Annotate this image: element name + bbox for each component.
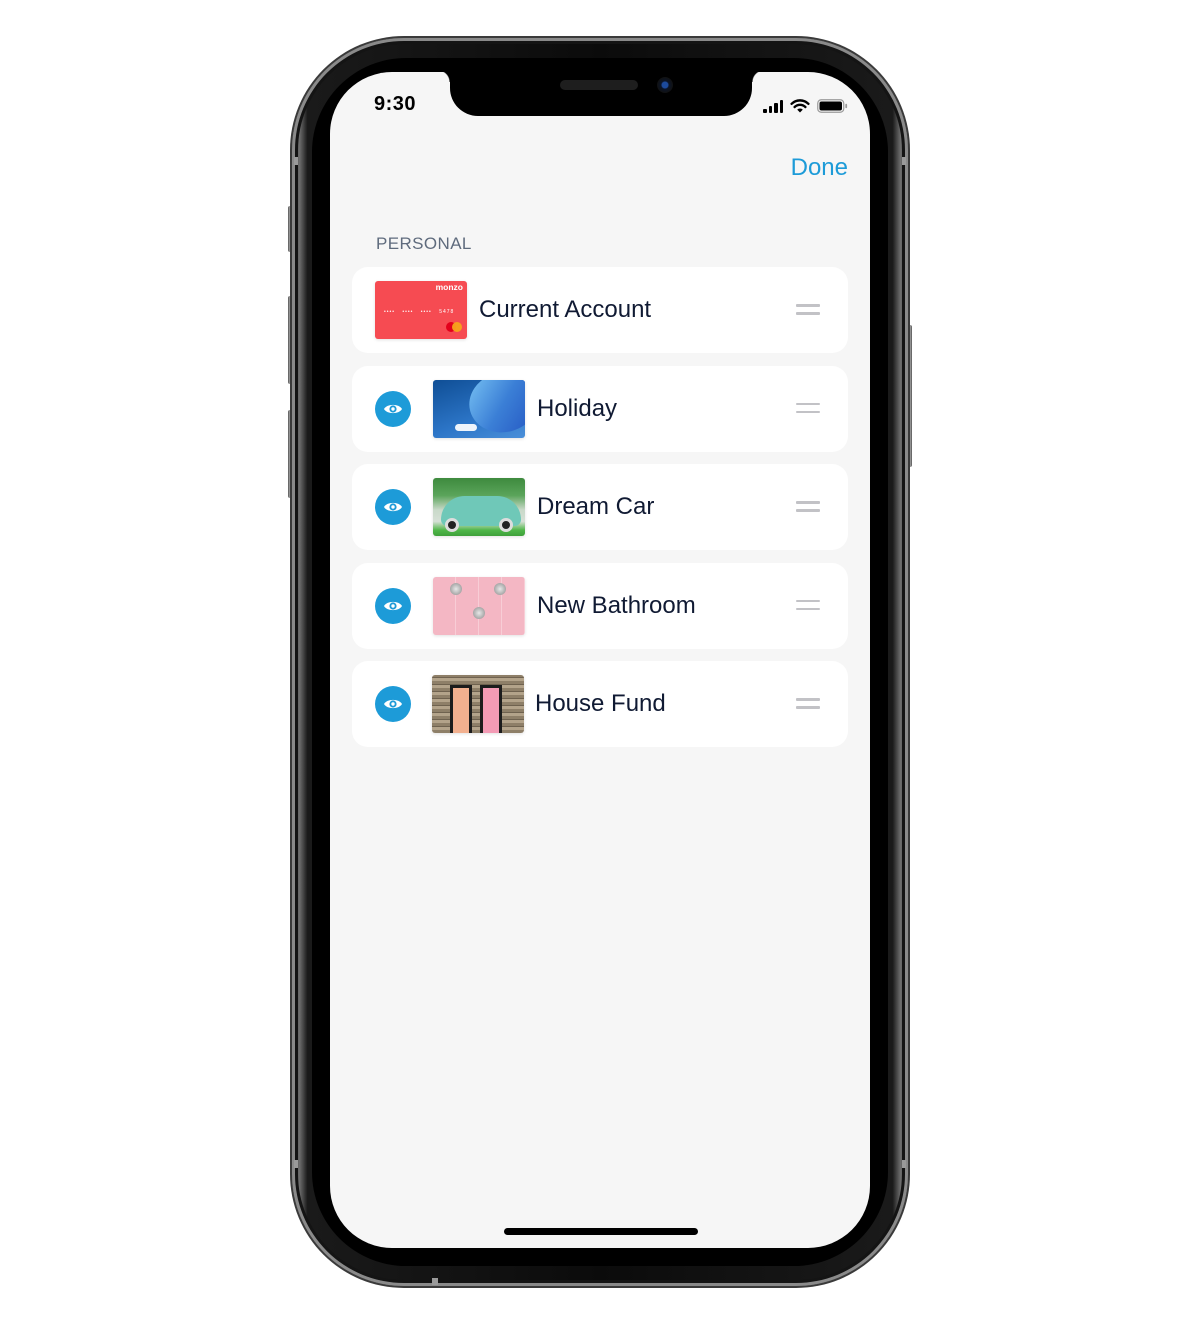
speaker-grille — [560, 80, 638, 90]
antenna-line — [294, 157, 298, 165]
eye-visibility-toggle[interactable] — [375, 686, 411, 722]
account-row-new-bathroom[interactable]: New Bathroom — [352, 562, 848, 649]
tap-image — [494, 582, 506, 595]
status-time: 9:30 — [374, 93, 417, 115]
account-label: Dream Car — [537, 493, 655, 520]
eye-icon — [384, 699, 402, 709]
car-wheel-image — [445, 518, 459, 532]
drag-handle-icon[interactable] — [796, 501, 820, 513]
account-label: Holiday — [537, 394, 618, 422]
holiday-thumbnail — [433, 379, 525, 438]
drag-handle-icon[interactable] — [796, 599, 820, 612]
antenna-line — [902, 1160, 906, 1168]
door-image — [450, 685, 472, 733]
mastercard-logo-icon — [452, 322, 462, 332]
cellular-signal-icon — [763, 99, 783, 113]
new-bathroom-thumbnail — [433, 576, 525, 635]
account-row-dream-car[interactable]: Dream Car — [352, 464, 848, 550]
account-row-house-fund[interactable]: House Fund — [352, 661, 848, 747]
eye-icon — [384, 502, 402, 512]
drag-handle-icon[interactable] — [796, 698, 820, 710]
done-button[interactable]: Done — [791, 154, 848, 182]
account-label: Current Account — [479, 296, 652, 323]
account-label: House Fund — [535, 690, 666, 717]
account-row-holiday[interactable]: Holiday — [352, 365, 848, 452]
section-label: PERSONAL — [376, 234, 472, 253]
car-wheel-image — [499, 518, 513, 532]
battery-icon — [817, 99, 848, 113]
account-label: New Bathroom — [537, 591, 696, 619]
drag-handle-icon[interactable] — [796, 402, 820, 415]
account-list: monzo •••• •••• •••• 5478 Current Accoun… — [352, 267, 848, 760]
front-camera — [657, 77, 673, 93]
tap-image — [473, 606, 485, 619]
cloud-image — [455, 423, 477, 431]
account-row-current-account[interactable]: monzo •••• •••• •••• 5478 Current Accoun… — [352, 267, 848, 353]
dream-car-thumbnail — [433, 478, 525, 536]
eye-visibility-toggle[interactable] — [375, 390, 411, 427]
notch — [438, 72, 764, 116]
drag-handle-icon[interactable] — [796, 304, 820, 316]
eye-visibility-toggle[interactable] — [375, 489, 411, 525]
house-fund-thumbnail — [432, 675, 524, 733]
home-indicator[interactable] — [504, 1228, 698, 1235]
antenna-line — [902, 157, 906, 165]
status-icons — [763, 98, 848, 114]
eye-visibility-toggle[interactable] — [375, 587, 411, 624]
antenna-line — [294, 1160, 298, 1168]
card-masked-number: •••• •••• •••• 5478 — [384, 309, 455, 315]
wifi-icon — [790, 99, 810, 113]
antenna-line — [432, 1278, 438, 1285]
eye-icon — [384, 601, 402, 610]
screen: 9:30 Done PERSONAL monzo •••• •••• •••• … — [330, 72, 870, 1248]
monzo-card-thumbnail: monzo •••• •••• •••• 5478 — [375, 281, 467, 339]
door-image — [480, 685, 502, 733]
eye-icon — [384, 404, 402, 413]
tap-image — [450, 582, 462, 595]
card-brand: monzo — [435, 282, 463, 292]
